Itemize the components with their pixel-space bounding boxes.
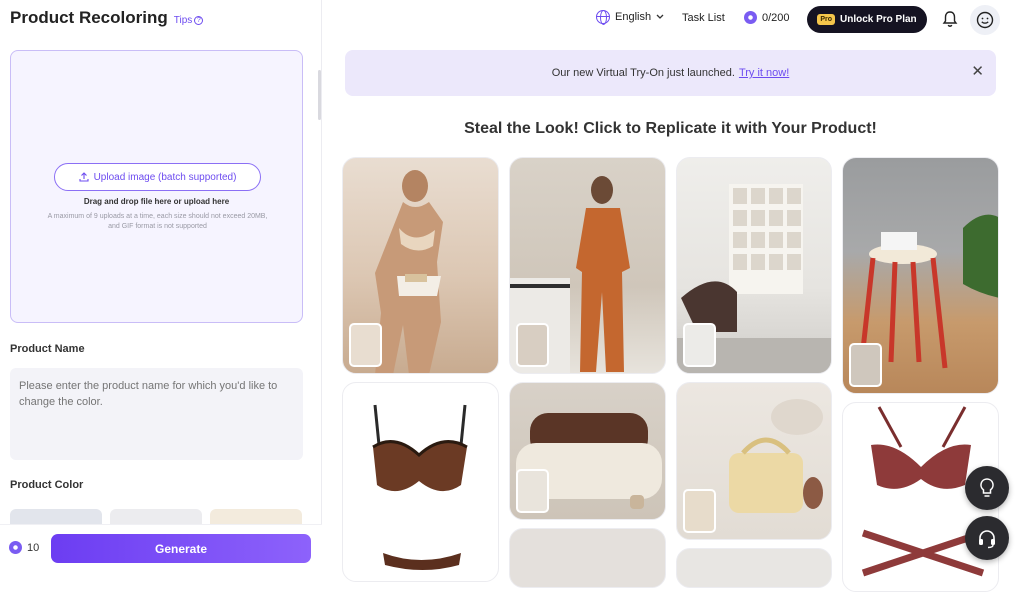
- gallery-card[interactable]: [509, 382, 666, 520]
- announcement-banner: Our new Virtual Try-On just launched. Tr…: [345, 50, 996, 96]
- product-thumbnail: [683, 489, 716, 533]
- drag-drop-text: Drag and drop file here or upload here: [83, 197, 230, 206]
- language-selector[interactable]: English: [596, 10, 664, 25]
- unlock-pro-label: Unlock Pro Plan: [839, 14, 917, 25]
- generate-button[interactable]: Generate: [51, 534, 311, 563]
- banner-text: Our new Virtual Try-On just launched.: [551, 67, 735, 79]
- gallery-card[interactable]: [676, 548, 832, 588]
- chevron-down-icon: [656, 14, 664, 19]
- user-avatar[interactable]: [970, 5, 1000, 35]
- support-button[interactable]: [965, 516, 1009, 560]
- scrollbar[interactable]: [318, 70, 321, 120]
- bell-icon[interactable]: [942, 10, 958, 28]
- gallery-heading: Steal the Look! Click to Replicate it wi…: [464, 120, 877, 137]
- try-it-now-link[interactable]: Try it now!: [739, 67, 789, 79]
- panel-header: Product Recoloring Tips ?: [10, 8, 204, 28]
- product-name-label: Product Name: [10, 343, 85, 355]
- upload-dropzone[interactable]: Upload image (batch supported) Drag and …: [10, 50, 303, 323]
- task-list-link[interactable]: Task List: [682, 12, 725, 24]
- top-bar: English Task List 0/200 Pro Unlock Pro P…: [322, 0, 1024, 40]
- credit-coin-icon: [9, 541, 22, 554]
- tips-label: Tips: [173, 15, 193, 26]
- upload-icon: [79, 172, 89, 182]
- idea-button[interactable]: [965, 466, 1009, 510]
- upload-button-label: Upload image (batch supported): [93, 171, 237, 183]
- product-thumbnail: [349, 323, 382, 367]
- credit-cost-value: 10: [27, 541, 40, 554]
- product-thumbnail: [849, 343, 882, 387]
- credit-coin-icon: [744, 11, 757, 24]
- product-thumbnail: [516, 323, 549, 367]
- language-label: English: [615, 11, 652, 23]
- gallery-card[interactable]: [342, 157, 499, 374]
- credits-counter[interactable]: 0/200: [744, 11, 790, 24]
- upload-image-button[interactable]: Upload image (batch supported): [54, 163, 261, 191]
- gallery-card[interactable]: [676, 382, 832, 540]
- credits-value: 0/200: [762, 11, 790, 24]
- gallery-card[interactable]: [509, 528, 666, 588]
- tips-link[interactable]: Tips ?: [174, 15, 204, 26]
- product-thumbnail: [516, 469, 549, 513]
- pro-badge: Pro: [817, 14, 835, 25]
- headset-icon: [979, 530, 995, 549]
- product-name-input[interactable]: [10, 368, 303, 460]
- smiley-icon: [976, 11, 994, 29]
- gallery-card[interactable]: [509, 157, 666, 374]
- credit-cost: 10: [9, 541, 39, 554]
- brown-bra-image: [372, 404, 468, 570]
- lightbulb-icon: [980, 478, 994, 497]
- globe-icon: [596, 10, 610, 25]
- left-panel: Product Recoloring Tips ? Upload image (…: [0, 0, 322, 572]
- gallery-card[interactable]: [842, 157, 999, 394]
- gallery-card[interactable]: [676, 157, 832, 374]
- page-title: Product Recoloring: [10, 8, 168, 27]
- product-color-label: Product Color: [10, 479, 84, 491]
- help-icon: ?: [194, 16, 204, 25]
- close-icon[interactable]: ✕: [971, 64, 984, 80]
- upload-limit-text: A maximum of 9 uploads at a time, each s…: [47, 213, 268, 230]
- product-thumbnail: [683, 323, 716, 367]
- gallery-card[interactable]: [342, 382, 499, 582]
- unlock-pro-button[interactable]: Pro Unlock Pro Plan: [807, 6, 927, 33]
